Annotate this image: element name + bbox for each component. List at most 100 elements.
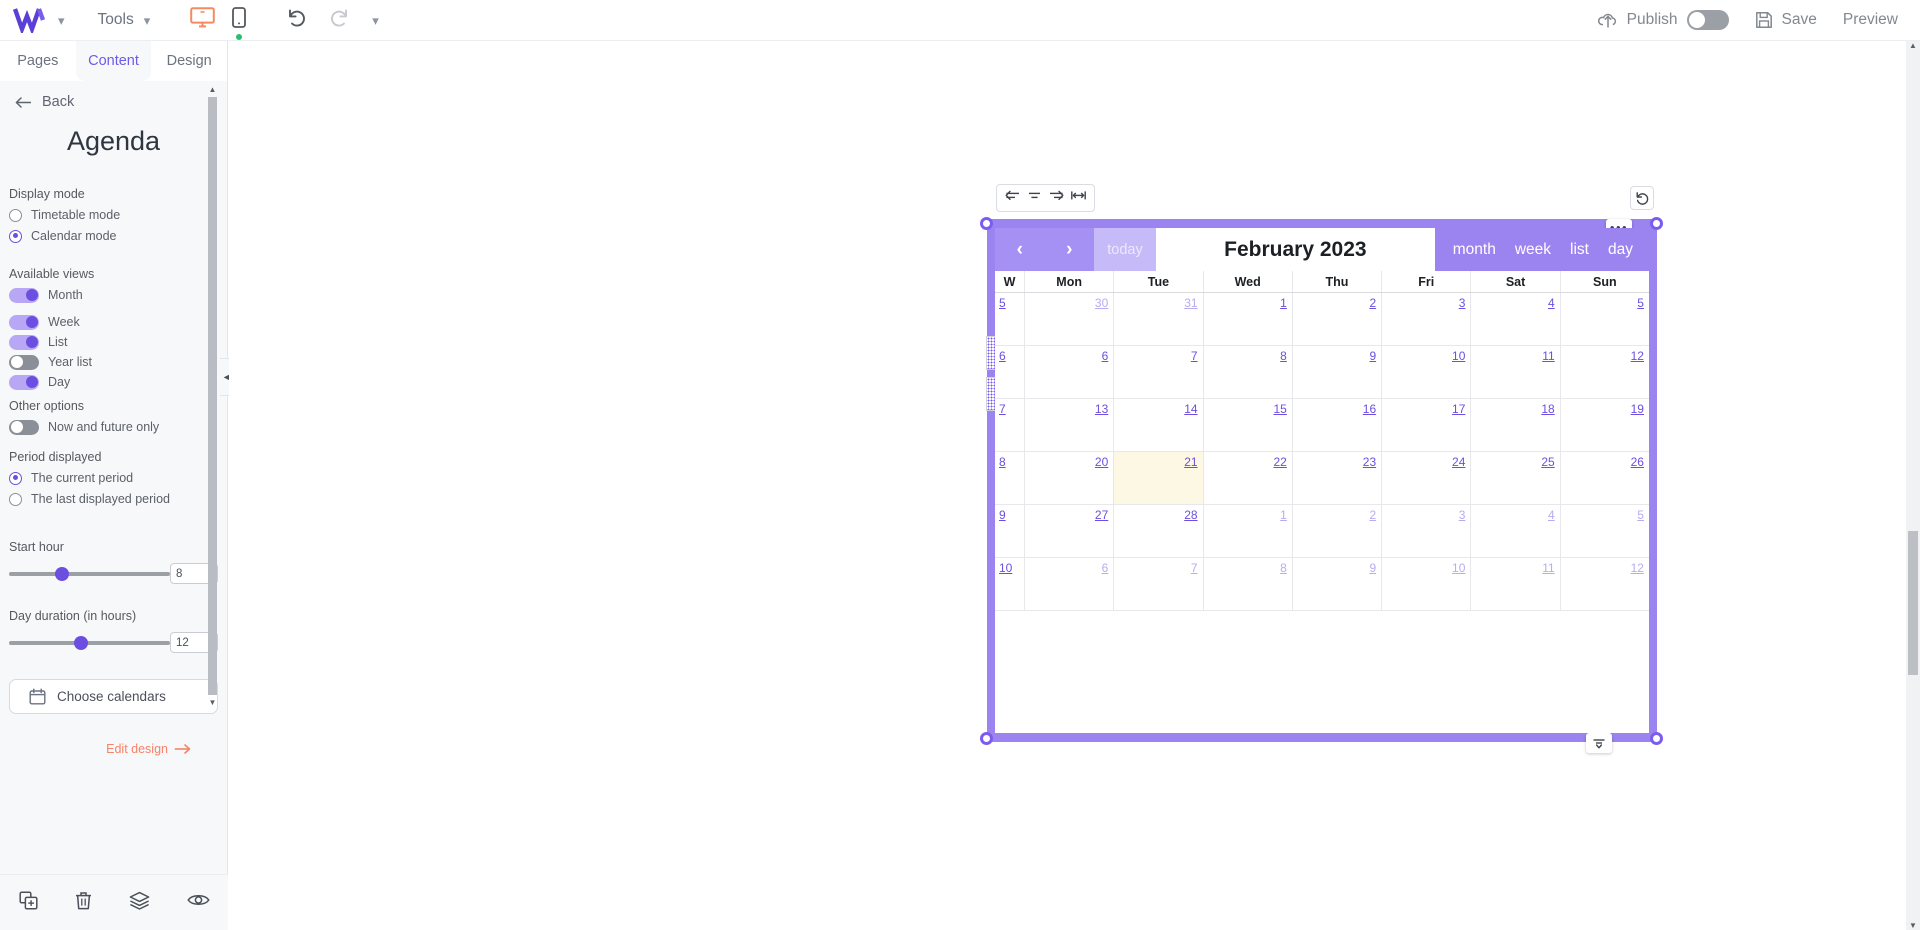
day-number-link[interactable]: 27	[1095, 508, 1108, 522]
undo-arrow-icon[interactable]	[286, 8, 307, 32]
day-number-link[interactable]: 17	[1452, 402, 1465, 416]
choose-calendars-button[interactable]: Choose calendars	[9, 679, 218, 714]
redo-arrow-icon[interactable]	[329, 8, 350, 32]
caret-down-icon[interactable]: ▼	[1906, 921, 1920, 930]
calendar-day-cell[interactable]: 24	[1382, 452, 1472, 504]
caret-up-icon[interactable]: ▲	[1906, 41, 1920, 50]
day-number-link[interactable]: 6	[1102, 349, 1109, 363]
day-number-link[interactable]: 7	[1191, 349, 1198, 363]
day-number-link[interactable]: 12	[1631, 561, 1644, 575]
week-number-link[interactable]: 5	[999, 296, 1006, 310]
calendar-day-cell[interactable]: 1	[1204, 293, 1293, 345]
day-number-link[interactable]: 14	[1184, 402, 1197, 416]
calendar-day-cell[interactable]: 11	[1471, 558, 1561, 610]
day-number-link[interactable]: 4	[1548, 296, 1555, 310]
toggle-week[interactable]	[9, 314, 39, 330]
agenda-calendar-widget[interactable]: ‹ › today February 2023 month week list …	[995, 228, 1649, 733]
day-number-link[interactable]: 23	[1363, 455, 1376, 469]
day-number-link[interactable]: 3	[1459, 296, 1466, 310]
caret-up-icon[interactable]: ▲	[206, 85, 219, 94]
calendar-day-cell[interactable]: 2	[1293, 505, 1383, 557]
trash-icon[interactable]	[75, 891, 92, 915]
chevron-down-icon[interactable]: ▾	[58, 14, 65, 27]
align-left-icon[interactable]	[1004, 188, 1021, 208]
resize-handle-top-right[interactable]	[1650, 217, 1663, 230]
view-button-list[interactable]: list	[1570, 241, 1589, 259]
day-number-link[interactable]: 7	[1191, 561, 1198, 575]
tab-pages[interactable]: Pages	[0, 41, 76, 81]
today-button[interactable]: today	[1094, 228, 1156, 271]
calendar-day-cell[interactable]: 5	[1561, 293, 1649, 345]
day-number-link[interactable]: 8	[1280, 349, 1287, 363]
day-number-link[interactable]: 31	[1184, 296, 1197, 310]
sidebar-scrollbar[interactable]: ▲ ▼	[206, 85, 219, 707]
align-right-icon[interactable]	[1048, 188, 1065, 208]
day-number-link[interactable]: 15	[1273, 402, 1286, 416]
calendar-day-cell[interactable]: 14	[1114, 399, 1204, 451]
day-number-link[interactable]: 9	[1369, 349, 1376, 363]
calendar-day-cell[interactable]: 11	[1471, 346, 1561, 398]
day-number-link[interactable]: 25	[1541, 455, 1554, 469]
day-number-link[interactable]: 13	[1095, 402, 1108, 416]
tab-design[interactable]: Design	[151, 41, 228, 81]
day-number-link[interactable]: 5	[1637, 296, 1644, 310]
canvas-scrollbar[interactable]: ▲ ▼	[1906, 41, 1920, 930]
toggle-list[interactable]	[9, 334, 39, 350]
calendar-day-cell[interactable]: 12	[1561, 558, 1649, 610]
day-number-link[interactable]: 21	[1184, 455, 1197, 469]
day-number-link[interactable]: 24	[1452, 455, 1465, 469]
eye-icon[interactable]	[186, 892, 210, 913]
calendar-day-cell[interactable]: 7	[1114, 346, 1204, 398]
toggle-row-day[interactable]: Day	[9, 372, 218, 392]
day-number-link[interactable]: 10	[1452, 349, 1465, 363]
preview-button[interactable]: Preview	[1843, 11, 1898, 29]
day-number-link[interactable]: 6	[1102, 561, 1109, 575]
day-number-link[interactable]: 4	[1548, 508, 1555, 522]
slider-knob[interactable]	[74, 635, 89, 650]
calendar-day-cell[interactable]: 2	[1293, 293, 1383, 345]
toggle-day[interactable]	[9, 374, 39, 390]
calendar-day-cell[interactable]: 21	[1114, 452, 1204, 504]
toggle-month[interactable]	[9, 287, 39, 303]
calendar-day-cell[interactable]: 16	[1293, 399, 1383, 451]
toggle-row-now-and-future-only[interactable]: Now and future only	[9, 417, 218, 437]
day-number-link[interactable]: 11	[1542, 561, 1554, 575]
radio-calendar-mode[interactable]: Calendar mode	[9, 226, 218, 246]
calendar-day-cell[interactable]: 20	[1025, 452, 1115, 504]
day-number-link[interactable]: 9	[1369, 561, 1376, 575]
calendar-day-cell[interactable]: 6	[1025, 346, 1115, 398]
resize-handle-bottom-left[interactable]	[980, 732, 993, 745]
tab-content[interactable]: Content	[75, 41, 152, 81]
toggle-row-year-list[interactable]: Year list	[9, 352, 218, 372]
canvas-scrollbar-thumb[interactable]	[1908, 531, 1918, 675]
layers-icon[interactable]	[129, 891, 150, 915]
calendar-day-cell[interactable]: 3	[1382, 505, 1472, 557]
radio-current-period[interactable]: The current period	[9, 468, 218, 488]
save-button[interactable]: Save	[1755, 11, 1817, 29]
calendar-day-cell[interactable]: 5	[1561, 505, 1649, 557]
resize-handle-bottom-right[interactable]	[1650, 732, 1663, 745]
calendar-day-cell[interactable]: 25	[1471, 452, 1561, 504]
toggle-row-list[interactable]: List	[9, 332, 218, 352]
week-number-link[interactable]: 7	[999, 402, 1006, 416]
edit-design-link[interactable]: Edit design	[0, 742, 227, 756]
day-number-link[interactable]: 10	[1452, 561, 1465, 575]
calendar-day-cell[interactable]: 1	[1204, 505, 1293, 557]
mobile-phone-icon[interactable]	[232, 7, 247, 40]
toggle-row-week[interactable]: Week	[9, 312, 218, 332]
calendar-day-cell[interactable]: 6	[1025, 558, 1115, 610]
calendar-day-cell[interactable]: 8	[1204, 346, 1293, 398]
calendar-day-cell[interactable]: 27	[1025, 505, 1115, 557]
calendar-day-cell[interactable]: 4	[1471, 293, 1561, 345]
calendar-day-cell[interactable]: 31	[1114, 293, 1204, 345]
toggle-row-month[interactable]: Month	[9, 285, 218, 305]
calendar-day-cell[interactable]: 22	[1204, 452, 1293, 504]
day-number-link[interactable]: 8	[1280, 561, 1287, 575]
toggle-year-list[interactable]	[9, 354, 39, 370]
calendar-day-cell[interactable]: 28	[1114, 505, 1204, 557]
publish-toggle[interactable]	[1686, 10, 1729, 30]
day-number-link[interactable]: 1	[1280, 508, 1287, 522]
day-number-link[interactable]: 18	[1541, 402, 1554, 416]
day-number-link[interactable]: 28	[1184, 508, 1197, 522]
view-button-day[interactable]: day	[1608, 241, 1633, 259]
